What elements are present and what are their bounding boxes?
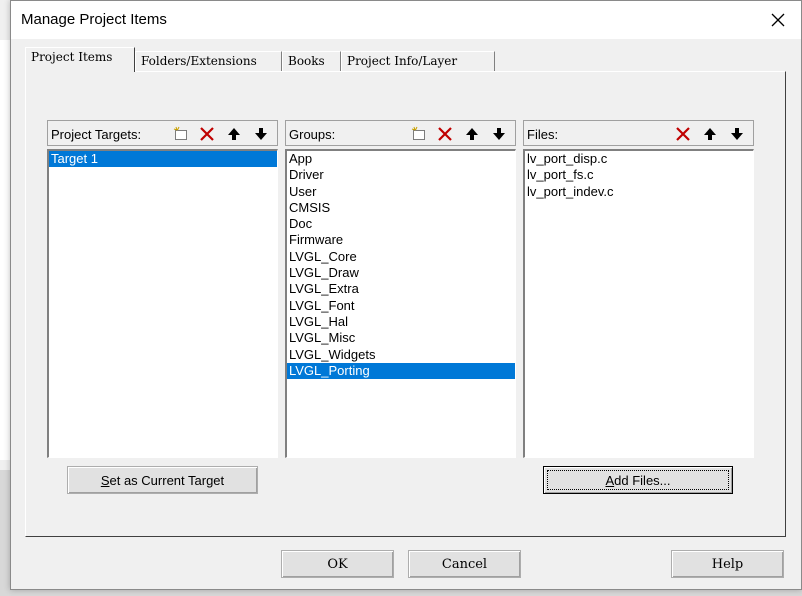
move-down-icon xyxy=(255,128,267,140)
group-item[interactable]: LVGL_Misc xyxy=(287,330,515,346)
new-icon xyxy=(411,126,425,140)
add-files-label: Add Files... xyxy=(605,472,671,488)
groups-header: Groups: xyxy=(285,120,516,146)
close-icon xyxy=(771,13,785,27)
group-item[interactable]: Doc xyxy=(287,216,515,232)
move-up-icon xyxy=(704,128,716,140)
help-button[interactable]: Help xyxy=(671,550,784,578)
move-down-icon xyxy=(493,128,505,140)
ok-label: OK xyxy=(327,556,348,572)
move-up-icon xyxy=(228,128,240,140)
cancel-button[interactable]: Cancel xyxy=(408,550,521,578)
file-item[interactable]: lv_port_fs.c xyxy=(525,167,753,183)
groups-list[interactable]: App Driver User CMSIS Doc Firmware LVGL_… xyxy=(285,149,516,458)
delete-icon xyxy=(438,127,452,141)
move-up-icon xyxy=(466,128,478,140)
set-current-target-button[interactable]: Set as Current Target xyxy=(67,466,258,494)
help-label: Help xyxy=(711,556,744,572)
manage-project-items-dialog: Manage Project Items Project Items Folde… xyxy=(10,0,802,590)
new-target-button[interactable] xyxy=(170,123,192,145)
add-files-button[interactable]: Add Files... xyxy=(543,466,733,494)
files-label: Files: xyxy=(527,127,559,142)
groups-label: Groups: xyxy=(289,127,336,142)
tab-project-items[interactable]: Project Items xyxy=(25,47,135,72)
file-item[interactable]: lv_port_disp.c xyxy=(525,151,753,167)
move-target-up-button[interactable] xyxy=(223,123,245,145)
move-group-down-button[interactable] xyxy=(488,123,510,145)
group-item[interactable]: LVGL_Font xyxy=(287,298,515,314)
group-item[interactable]: App xyxy=(287,151,515,167)
move-file-down-button[interactable] xyxy=(726,123,748,145)
files-list[interactable]: lv_port_disp.c lv_port_fs.c lv_port_inde… xyxy=(523,149,754,458)
group-item[interactable]: Firmware xyxy=(287,232,515,248)
ok-button[interactable]: OK xyxy=(281,550,394,578)
target-item[interactable]: Target 1 xyxy=(49,151,277,168)
move-target-down-button[interactable] xyxy=(250,123,272,145)
group-item[interactable]: LVGL_Porting xyxy=(287,362,515,380)
group-item[interactable]: Driver xyxy=(287,167,515,183)
files-header: Files: xyxy=(523,120,754,146)
group-item[interactable]: LVGL_Extra xyxy=(287,281,515,297)
delete-icon xyxy=(200,127,214,141)
delete-file-button[interactable] xyxy=(672,123,694,145)
new-group-button[interactable] xyxy=(408,123,430,145)
tab-folders-extensions[interactable]: Folders/Extensions xyxy=(135,51,282,71)
move-file-up-button[interactable] xyxy=(699,123,721,145)
move-down-icon xyxy=(731,128,743,140)
move-group-up-button[interactable] xyxy=(461,123,483,145)
group-item[interactable]: LVGL_Widgets xyxy=(287,347,515,363)
project-targets-list[interactable]: Target 1 xyxy=(47,149,278,458)
delete-group-button[interactable] xyxy=(434,123,456,145)
group-item[interactable]: CMSIS xyxy=(287,200,515,216)
dialog-title: Manage Project Items xyxy=(21,11,167,28)
tab-project-info-layer[interactable]: Project Info/Layer xyxy=(341,51,495,71)
delete-target-button[interactable] xyxy=(196,123,218,145)
project-targets-label: Project Targets: xyxy=(51,127,142,142)
cancel-label: Cancel xyxy=(441,556,488,572)
group-item[interactable]: LVGL_Draw xyxy=(287,265,515,281)
close-button[interactable] xyxy=(755,1,801,39)
set-current-target-label: Set as Current Target xyxy=(100,472,225,488)
group-item[interactable]: LVGL_Hal xyxy=(287,314,515,330)
tab-books[interactable]: Books xyxy=(282,51,341,71)
group-item[interactable]: User xyxy=(287,184,515,200)
project-targets-header: Project Targets: xyxy=(47,120,278,146)
delete-icon xyxy=(676,127,690,141)
title-bar: Manage Project Items xyxy=(11,1,801,39)
new-icon xyxy=(173,126,187,140)
group-item[interactable]: LVGL_Core xyxy=(287,249,515,265)
file-item[interactable]: lv_port_indev.c xyxy=(525,184,753,200)
